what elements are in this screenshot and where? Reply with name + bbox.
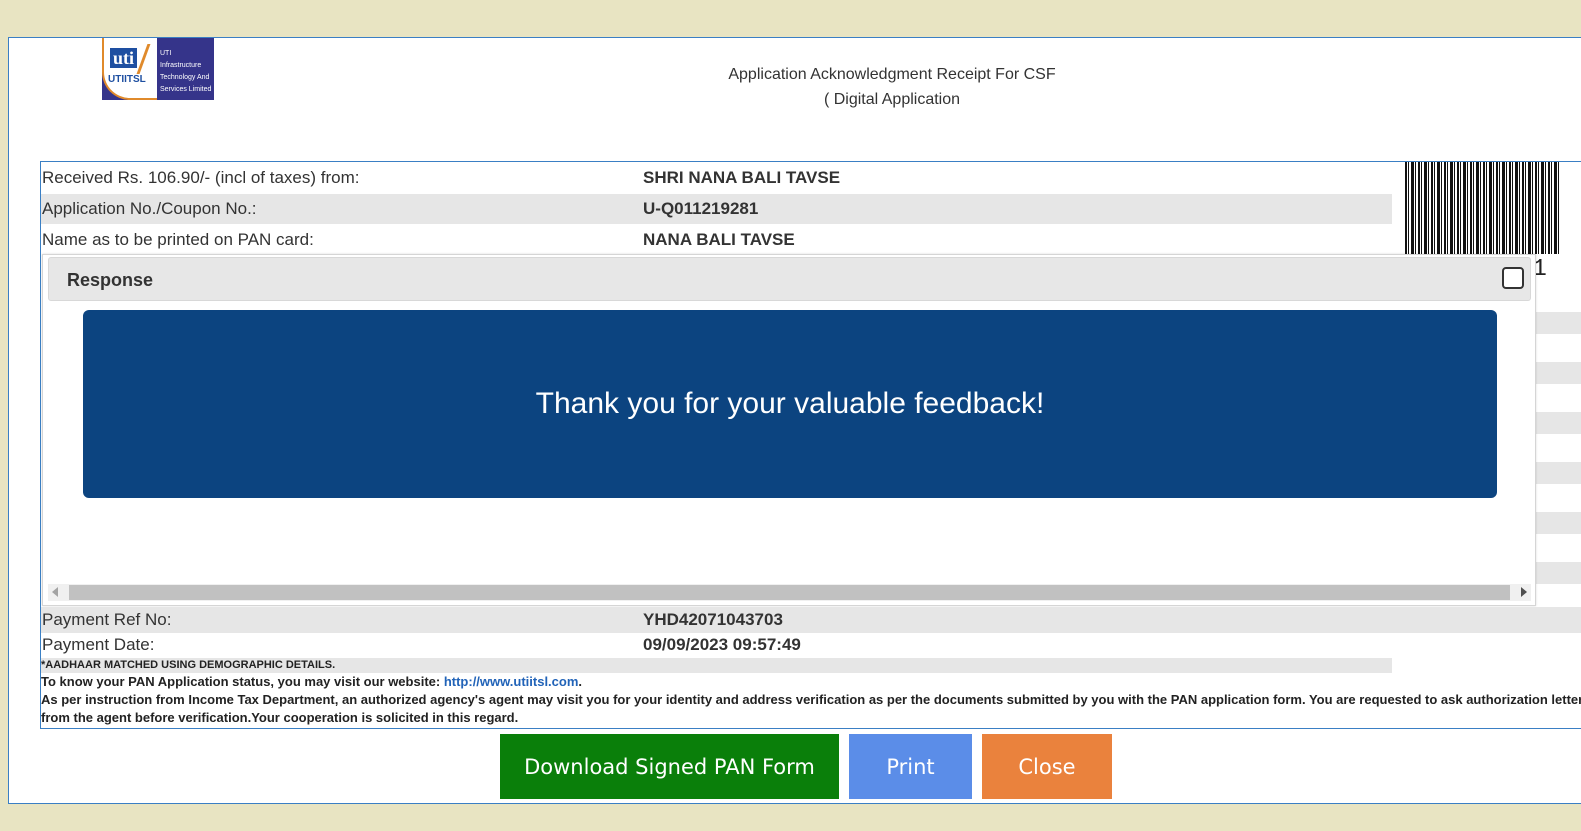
table-stripe [1536,412,1581,434]
payment-ref-label: Payment Ref No: [42,610,172,629]
scrollbar-thumb[interactable] [69,585,1510,600]
payment-date-label: Payment Date: [42,635,155,654]
status-note: To know your PAN Application status, you… [41,674,582,689]
received-label: Received Rs. 106.90/- (incl of taxes) fr… [42,168,360,187]
logo-mark: uti [110,48,138,68]
application-value: U-Q011219281 [643,199,759,218]
payment-ref-row: Payment Ref No: YHD42071043703 [41,607,1581,633]
name-row: Name as to be printed on PAN card: NANA … [41,225,1391,255]
download-signed-pan-form-button[interactable]: Download Signed PAN Form [500,734,839,799]
modal-header: Response [48,257,1531,301]
logo-desc-line: Services Limited [160,86,212,93]
status-note-period: . [578,674,583,689]
logo-desc-line: UTI Infrastructure [160,50,202,69]
page-title: Application Acknowledgment Receipt For C… [640,62,1144,112]
modal-close-checkbox[interactable] [1502,267,1524,289]
application-row: Application No./Coupon No.: U-Q011219281 [41,194,1392,224]
table-stripe [1536,362,1581,384]
status-note-text: To know your PAN Application status, you… [41,674,444,689]
logo-desc-line: Technology And [160,74,210,81]
table-stripe [1536,562,1581,584]
utiitsl-logo: uti UTIITSL UTI Infrastructure Technolog… [102,38,214,100]
table-stripe [1536,512,1581,534]
name-label: Name as to be printed on PAN card: [42,230,314,249]
utiitsl-website-link[interactable]: http://www.utiitsl.com [444,674,579,689]
title-line-2: ( Digital Application [823,91,961,108]
close-button[interactable]: Close [982,734,1112,799]
received-row: Received Rs. 106.90/- (incl of taxes) fr… [41,163,1391,193]
horizontal-scrollbar[interactable] [48,584,1531,601]
scroll-left-icon[interactable] [52,587,58,597]
name-value: NANA BALI TAVSE [643,230,795,249]
received-value: SHRI NANA BALI TAVSE [643,168,841,187]
instruction-line-2: from the agent before verification.Your … [41,710,519,725]
logo-name: UTIITSL [108,74,146,85]
aadhaar-note: *AADHAAR MATCHED USING DEMOGRAPHIC DETAI… [41,658,1392,673]
response-modal: Response Thank you for your valuable fee… [42,254,1536,606]
table-stripe [1536,312,1581,334]
title-line-1: Application Acknowledgment Receipt For C… [728,66,1056,83]
payment-date-row: Payment Date: 09/09/2023 09:57:49 [41,633,1391,657]
modal-title: Response [67,270,154,290]
print-button[interactable]: Print [849,734,972,799]
feedback-message: Thank you for your valuable feedback! [83,310,1497,498]
application-label: Application No./Coupon No.: [42,199,257,218]
logo-slash [136,44,151,74]
table-stripe [1536,462,1581,484]
barcode [1405,162,1560,254]
scroll-right-icon[interactable] [1521,587,1527,597]
logo-description: UTI Infrastructure Technology And Servic… [160,48,214,96]
payment-date-value: 09/09/2023 09:57:49 [643,635,801,654]
logo-badge: uti UTIITSL [102,38,157,100]
payment-ref-value: YHD42071043703 [643,610,783,629]
instruction-line-1: As per instruction from Income Tax Depar… [41,692,1581,707]
